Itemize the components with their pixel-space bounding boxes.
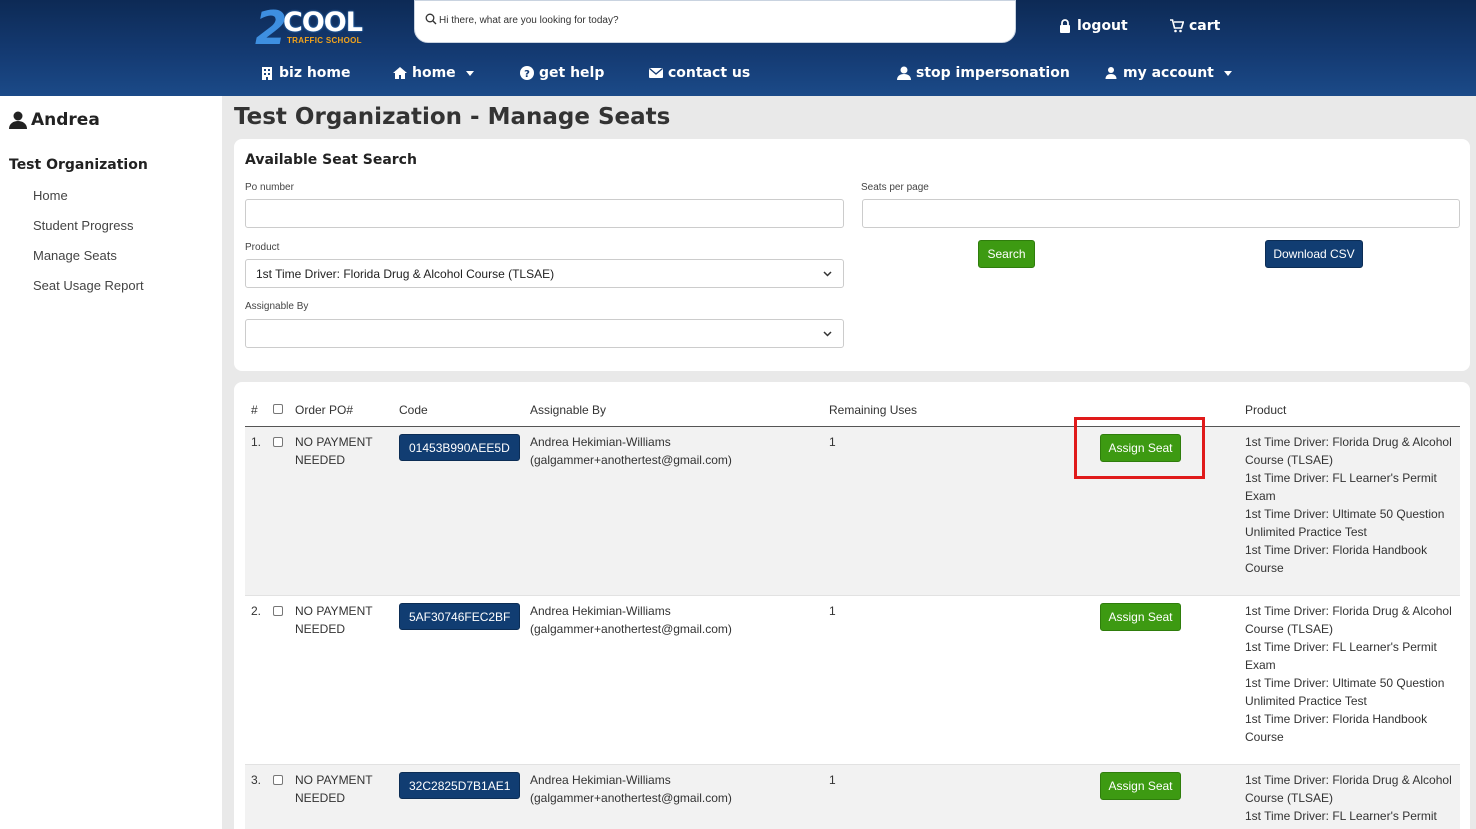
nav-get-help[interactable]: ? get help	[520, 65, 604, 81]
search-input[interactable]	[439, 10, 999, 30]
chevron-down-icon	[823, 331, 832, 337]
product-list: 1st Time Driver: Florida Drug & Alcohol …	[1245, 435, 1452, 575]
product-list: 1st Time Driver: Florida Drug & Alcohol …	[1245, 773, 1452, 823]
assignable-by: Andrea Hekimian-Williams (galgammer+anot…	[530, 773, 732, 805]
user-icon	[897, 66, 911, 80]
row-number: 1.	[251, 435, 262, 449]
col-header-code: Code	[399, 403, 428, 417]
search-icon	[425, 13, 437, 25]
nav-biz-home[interactable]: biz home	[260, 65, 351, 81]
user-icon	[1105, 67, 1117, 79]
user-icon	[9, 111, 27, 129]
product-label: Product	[245, 242, 280, 253]
table-row: 3. NO PAYMENT NEEDED 32C2825D7B1AE1 Andr…	[245, 765, 1460, 829]
product-select[interactable]: 1st Time Driver: Florida Drug & Alcohol …	[245, 259, 844, 288]
seat-code: 32C2825D7B1AE1	[399, 772, 521, 799]
row-number: 2.	[251, 604, 262, 618]
remaining-uses: 1	[829, 773, 836, 787]
logout-link[interactable]: logout	[1058, 18, 1128, 34]
site-header: 2 COOL TRAFFIC SCHOOL logout cart biz ho…	[0, 0, 1476, 96]
row-number: 3.	[251, 773, 262, 787]
cart-icon	[1170, 19, 1184, 33]
page-title: Test Organization - Manage Seats	[234, 104, 671, 130]
building-icon	[262, 67, 272, 80]
chevron-down-icon	[465, 70, 474, 76]
remaining-uses: 1	[829, 604, 836, 618]
cart-link[interactable]: cart	[1170, 18, 1220, 34]
order-po: NO PAYMENT NEEDED	[295, 604, 373, 636]
2cool-logo[interactable]: 2 COOL TRAFFIC SCHOOL	[255, 1, 367, 55]
po-number-input[interactable]	[245, 199, 844, 228]
seats-per-page-label: Seats per page	[861, 182, 929, 193]
product-list: 1st Time Driver: Florida Drug & Alcohol …	[1245, 604, 1452, 744]
nav-home[interactable]: home	[393, 65, 474, 81]
sidebar-item-manage-seats[interactable]: Manage Seats	[33, 248, 117, 263]
sidebar-item-student-progress[interactable]: Student Progress	[33, 218, 133, 233]
row-checkbox[interactable]	[273, 606, 283, 616]
select-all-checkbox[interactable]	[273, 404, 283, 414]
assign-seat-button[interactable]: Assign Seat	[1100, 772, 1181, 800]
order-po: NO PAYMENT NEEDED	[295, 773, 373, 805]
assignable-by-select[interactable]	[245, 319, 844, 348]
assignable-by: Andrea Hekimian-Williams (galgammer+anot…	[530, 604, 732, 636]
search-button[interactable]: Search	[978, 240, 1035, 268]
seat-search-card: Available Seat Search Po number Seats pe…	[234, 139, 1470, 371]
col-header-num: #	[251, 403, 258, 417]
sidebar-organization: Test Organization	[9, 157, 148, 173]
nav-my-account[interactable]: my account	[1104, 65, 1232, 81]
col-header-assignable: Assignable By	[530, 403, 607, 417]
lock-icon	[1060, 19, 1070, 33]
table-row: 1. NO PAYMENT NEEDED 01453B990AEE5D Andr…	[245, 427, 1460, 596]
assignable-by-label: Assignable By	[245, 301, 309, 312]
col-header-order: Order PO#	[295, 403, 354, 417]
svg-text:?: ?	[524, 69, 530, 80]
nav-contact-us[interactable]: contact us	[649, 65, 750, 81]
envelope-icon	[649, 68, 663, 78]
po-number-label: Po number	[245, 182, 294, 193]
home-icon	[393, 67, 407, 79]
row-checkbox[interactable]	[273, 437, 283, 447]
annotation-highlight-box	[1074, 417, 1205, 479]
seat-code: 01453B990AEE5D	[399, 434, 520, 461]
sidebar: Andrea Test Organization Home Student Pr…	[0, 96, 222, 829]
seats-table-card: # Order PO# Code Assignable By Remaining…	[234, 382, 1470, 829]
sidebar-item-home[interactable]: Home	[33, 188, 68, 203]
chevron-down-icon	[823, 271, 832, 277]
chevron-down-icon	[1223, 70, 1232, 76]
download-csv-button[interactable]: Download CSV	[1265, 240, 1363, 268]
order-po: NO PAYMENT NEEDED	[295, 435, 373, 467]
site-search[interactable]	[414, 0, 1016, 43]
row-checkbox[interactable]	[273, 775, 283, 785]
question-circle-icon: ?	[520, 66, 534, 80]
col-header-remaining: Remaining Uses	[829, 403, 918, 417]
seats-per-page-input[interactable]	[862, 199, 1460, 228]
col-header-product: Product	[1245, 403, 1287, 417]
seat-code: 5AF30746FEC2BF	[399, 603, 521, 630]
nav-stop-impersonation[interactable]: stop impersonation	[897, 65, 1070, 81]
assign-seat-button[interactable]: Assign Seat	[1100, 603, 1181, 631]
sidebar-user: Andrea	[9, 110, 100, 130]
table-row: 2. NO PAYMENT NEEDED 5AF30746FEC2BF Andr…	[245, 596, 1460, 765]
search-card-title: Available Seat Search	[245, 152, 417, 168]
remaining-uses: 1	[829, 435, 836, 449]
sidebar-item-seat-usage-report[interactable]: Seat Usage Report	[33, 278, 144, 293]
assignable-by: Andrea Hekimian-Williams (galgammer+anot…	[530, 435, 732, 467]
